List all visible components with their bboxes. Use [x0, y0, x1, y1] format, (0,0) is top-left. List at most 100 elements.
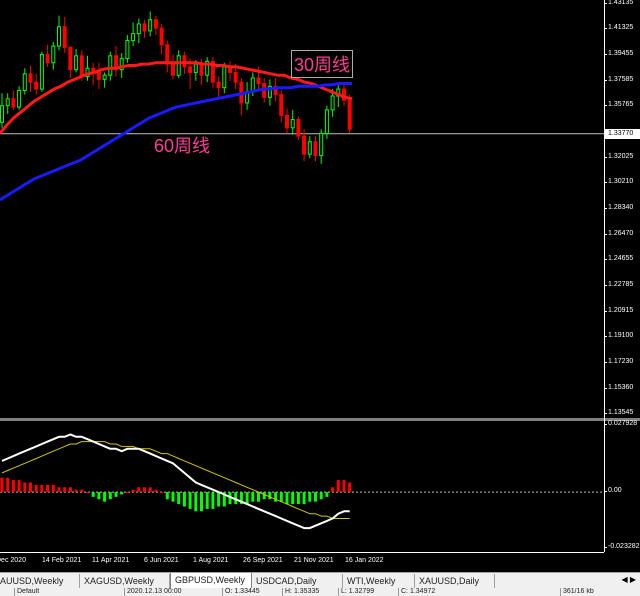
macd-histogram-bar	[17, 480, 21, 493]
candle-body	[79, 55, 84, 78]
macd-histogram-bar	[182, 492, 186, 507]
macd-histogram-bar	[34, 484, 38, 493]
macd-histogram-bar	[137, 487, 141, 493]
macd-chart[interactable]	[0, 421, 604, 552]
time-tick-label: 14 Feb 2021	[42, 557, 82, 564]
status-field: O: 1.33445	[222, 588, 260, 596]
price-tick-label: 1.30210	[603, 178, 634, 186]
macd-histogram-bar	[279, 492, 283, 502]
candle-body	[0, 105, 4, 123]
macd-histogram-bar	[103, 492, 107, 502]
price-axis: 1.43135 1.41325 1.39455 1.37585 1.35765 1.320…	[603, 0, 640, 552]
macd-main-line	[1, 433, 350, 530]
price-tick-label: 1.35765	[603, 101, 634, 109]
candle-body	[57, 26, 61, 47]
time-tick-label: 21 Nov 2021	[294, 557, 334, 564]
macd-histogram-bar	[296, 492, 300, 505]
price-tick-label: 1.43135	[603, 0, 634, 7]
candle-body	[222, 66, 227, 89]
candle-body	[11, 98, 16, 108]
macd-histogram-bar	[40, 484, 44, 493]
candle-body	[176, 55, 181, 76]
macd-histogram-bar	[6, 477, 10, 493]
macd-histogram-bar	[68, 487, 72, 493]
macd-histogram-bar	[211, 492, 215, 509]
price-tick-label: 1.41325	[603, 24, 634, 32]
candle-body	[136, 23, 141, 35]
macd-histogram-bar	[74, 489, 78, 493]
candle-body	[74, 55, 79, 71]
candle-body	[62, 26, 67, 48]
chart-tab[interactable]: WTI,Weekly	[343, 574, 415, 588]
macd-histogram-bar	[177, 492, 181, 505]
status-field: 361/16 kb	[560, 588, 594, 596]
price-tick-label: 1.24655	[603, 255, 634, 263]
status-field: L: 1.32799	[338, 588, 374, 596]
price-tick-label: 1.32025	[603, 152, 634, 160]
candle-body	[39, 53, 44, 90]
current-price-label: 1.33770	[605, 128, 640, 139]
time-axis: Dec 2020 14 Feb 2021 11 Apr 2021 6 Jun 2021…	[0, 552, 604, 572]
candle-body	[193, 63, 198, 73]
macd-tick-label: -0.023282	[604, 543, 640, 550]
price-tick-label: 1.22785	[603, 280, 634, 288]
candle-body	[153, 19, 158, 29]
price-tick-label: 1.39455	[603, 50, 634, 58]
macd-tick-label: 0.00	[604, 487, 622, 495]
candle-body	[279, 94, 284, 116]
candle-body	[199, 63, 204, 76]
candle-body	[45, 53, 50, 64]
candle-body	[171, 63, 175, 76]
macd-histogram-bar	[245, 492, 249, 505]
macd-histogram-bar	[114, 492, 118, 497]
macd-histogram-bar	[97, 492, 101, 500]
status-bar: Default 2020.12.13 00:00 O: 1.33445 H: 1.35…	[0, 588, 640, 596]
candle-body	[296, 119, 301, 137]
candle-body	[34, 81, 39, 90]
macd-histogram-bar	[200, 492, 203, 512]
status-field: H: 1.35335	[282, 588, 319, 596]
macd-histogram-bar	[331, 487, 335, 493]
macd-histogram-bar	[285, 492, 289, 505]
chart-tab[interactable]: AUUSD,Weekly	[0, 574, 80, 588]
candle-body	[68, 46, 73, 71]
candle-body	[102, 74, 107, 80]
candle-body	[17, 89, 22, 108]
time-tick-label: 6 Jun 2021	[144, 557, 179, 564]
macd-histogram-bar	[0, 477, 4, 493]
macd-histogram-bar	[257, 492, 260, 502]
time-tick-label: 11 Apr 2021	[92, 557, 130, 564]
tab-scroll-arrows-icon[interactable]: ◀ ▶	[621, 575, 636, 584]
macd-signal-line	[1, 441, 350, 519]
candle-body	[131, 33, 136, 42]
macd-histogram-bar	[80, 489, 84, 493]
macd-histogram-bar	[291, 492, 295, 505]
candle-body	[125, 40, 130, 60]
price-tick-label: 1.28340	[603, 204, 634, 211]
candle-body	[216, 81, 221, 89]
candle-body	[51, 45, 56, 64]
chart-tab[interactable]: USDCAD,Daily	[252, 574, 343, 588]
price-tick-label: 1.19100	[603, 331, 634, 339]
chart-tab[interactable]: XAGUSD,Weekly	[80, 574, 170, 588]
macd-histogram-bar	[319, 492, 323, 500]
macd-histogram-bar	[131, 489, 135, 493]
macd-tick-label: 0.027928	[603, 420, 638, 427]
price-tick-label: 1.13545	[603, 408, 634, 416]
candle-body	[302, 135, 307, 155]
macd-histogram-bar	[251, 492, 255, 502]
macd-histogram-bar	[154, 489, 158, 493]
macd-histogram-bar	[46, 484, 50, 493]
annotation-ma60: 60周线	[154, 136, 211, 156]
chart-tab[interactable]: XAUUSD,Daily	[415, 574, 495, 588]
candle-body	[91, 67, 96, 72]
status-field: C: 1.34972	[398, 588, 435, 596]
candle-body	[330, 95, 335, 111]
chart-tab[interactable]: GBPUSD,Weekly	[170, 573, 252, 589]
macd-histogram-bar	[63, 487, 67, 493]
price-tick-label: 1.17230	[603, 357, 634, 365]
candle-body	[290, 119, 295, 129]
candle-body	[319, 132, 324, 157]
candle-body	[285, 114, 289, 129]
status-field: Default	[14, 588, 39, 596]
